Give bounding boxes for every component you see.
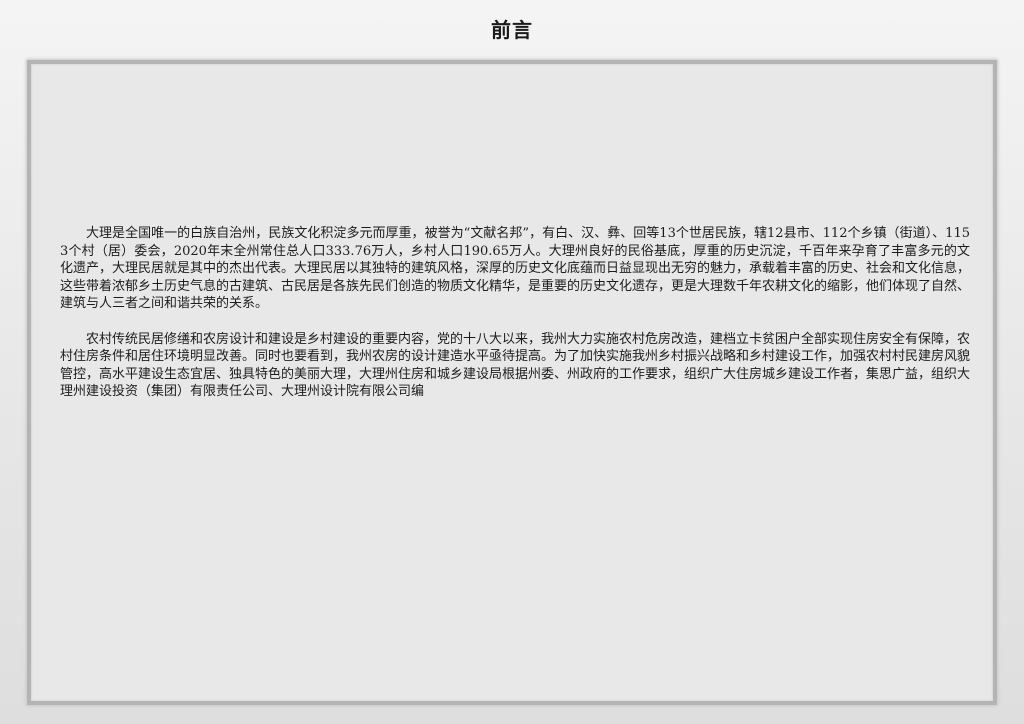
paragraph-2: 农村传统民居修缮和农房设计和建设是乡村建设的重要内容，党的十八大以来，我州大力实…: [60, 331, 971, 400]
paragraph-1: 大理是全国唯一的白族自治州，民族文化积淀多元而厚重，被誉为“文献名邦”，有白、汉…: [60, 226, 971, 311]
content-text: 大理是全国唯一的白族自治州，民族文化积淀多元而厚重，被誉为“文献名邦”，有白、汉…: [60, 225, 970, 419]
content-frame: 大理是全国唯一的白族自治州，民族文化积淀多元而厚重，被誉为“文献名邦”，有白、汉…: [27, 60, 997, 705]
page-title: 前言: [491, 18, 533, 42]
